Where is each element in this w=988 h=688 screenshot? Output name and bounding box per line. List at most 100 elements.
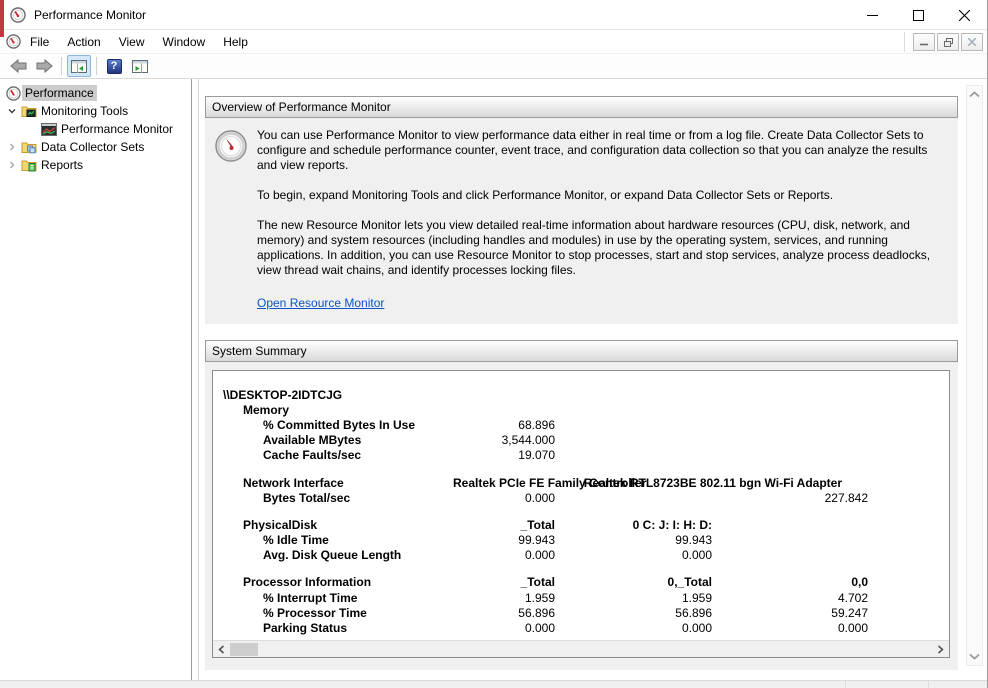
menu-bar: File Action View Window Help [0,30,987,54]
counter-value: 99.943 [453,533,555,547]
perfmon-menu-icon [6,34,21,49]
counter-label: Parking Status [213,621,453,635]
instance-header: 0,_Total [555,575,712,589]
system-summary-body: \\DESKTOP-2IDTCJG Memory % Committed Byt… [205,362,958,670]
counter-label: Available MBytes [213,433,453,447]
counter-value: 1.959 [555,591,712,605]
menu-view[interactable]: View [110,32,154,52]
counter-value: 0.000 [453,491,555,505]
chevron-expanded-icon[interactable] [4,106,20,116]
main-area: Performance Monitoring Tools Performance… [0,79,987,680]
perfmon-node-icon [4,86,22,101]
system-summary-report: \\DESKTOP-2IDTCJG Memory % Committed Byt… [212,370,950,658]
details-pane: Overview of Performance Monitor [199,79,987,680]
perfmon-medallion-icon [215,128,257,310]
counter-label: % Idle Time [213,533,453,547]
scroll-right-icon[interactable] [932,641,949,658]
sidebar-item-reports[interactable]: Reports [0,156,191,174]
instance-header: _Total [453,575,555,589]
performance-monitor-window: Performance Monitor File Action View Win… [0,0,988,688]
counter-value: 19.070 [453,448,555,462]
minimize-icon[interactable] [849,0,895,30]
toolbar-separator [61,57,62,75]
counter-value: 0.000 [712,621,868,635]
sidebar-item-label[interactable]: Monitoring Tools [38,103,131,119]
tree-root-label[interactable]: Performance [22,85,97,101]
counter-value: 0.000 [453,621,555,635]
counter-label: Cache Faults/sec [213,448,453,462]
sidebar-item-label[interactable]: Performance Monitor [58,121,176,137]
window-title: Performance Monitor [34,8,146,22]
console-tree: Performance Monitoring Tools Performance… [0,79,192,680]
instance-header: Realtek PCIe FE Family Controller [453,476,555,490]
pane-splitter[interactable] [192,79,199,680]
menu-file[interactable]: File [21,32,58,52]
scrollbar-thumb[interactable] [230,643,258,656]
forward-icon[interactable] [32,55,56,77]
help-icon[interactable]: ? [102,55,126,77]
chevron-collapsed-icon[interactable] [4,160,20,170]
counter-value: 1.959 [453,591,555,605]
action-pane-toggle-icon[interactable] [128,55,152,77]
scroll-down-icon[interactable] [967,648,982,665]
host-name: \\DESKTOP-2IDTCJG [213,388,453,402]
counter-value: 68.896 [453,418,555,432]
console-tree-toggle-icon[interactable] [67,55,91,77]
counter-value: 0.000 [453,548,555,562]
maximize-icon[interactable] [895,0,941,30]
mdi-minimize-icon[interactable] [913,33,935,51]
menu-window[interactable]: Window [154,32,215,52]
counter-object: Processor Information [213,575,453,589]
counter-object: Memory [213,403,453,417]
mdi-window-controls [904,32,983,52]
counter-value: 56.896 [555,606,712,620]
vertical-scrollbar[interactable] [966,85,983,666]
chevron-collapsed-icon[interactable] [4,142,20,152]
perfmon-app-icon [10,7,26,23]
counter-label: % Interrupt Time [213,591,453,605]
performance-monitor-icon [40,123,58,136]
data-collector-sets-folder-icon [20,140,38,154]
counter-label: % Processor Time [213,606,453,620]
open-resource-monitor-link[interactable]: Open Resource Monitor [257,296,384,310]
counter-value: 0.000 [555,548,712,562]
horizontal-scrollbar[interactable] [213,640,949,657]
menu-action[interactable]: Action [58,32,109,52]
counter-value: 4.702 [712,591,868,605]
toolbar: ? [0,54,987,79]
mdi-restore-icon[interactable] [937,33,959,51]
back-icon[interactable] [6,55,30,77]
counter-value: 59.247 [712,606,868,620]
screen-edge-artifact [0,0,4,37]
overview-paragraph: You can use Performance Monitor to view … [257,128,946,173]
overview-paragraph: The new Resource Monitor lets you view d… [257,218,946,278]
scroll-up-icon[interactable] [967,86,982,103]
instance-header: _Total [453,518,555,532]
sidebar-item-performance-monitor[interactable]: Performance Monitor [0,120,191,138]
mdi-close-icon[interactable] [961,33,983,51]
status-bar [0,680,987,688]
counter-value: 99.943 [555,533,712,547]
menu-help[interactable]: Help [214,32,257,52]
counter-label: Avg. Disk Queue Length [213,548,453,562]
close-icon[interactable] [941,0,987,30]
system-summary-section-header: System Summary [205,340,958,362]
monitoring-tools-folder-icon [20,104,38,118]
instance-header: Realtek RTL8723BE 802.11 bgn Wi-Fi Adapt… [555,476,868,490]
reports-folder-icon [20,158,38,172]
instance-header: 0 C: J: I: H: D: [555,518,712,532]
sidebar-item-label[interactable]: Reports [38,157,86,173]
counter-value: 56.896 [453,606,555,620]
counter-object: Network Interface [213,476,453,490]
counter-label: % Committed Bytes In Use [213,418,453,432]
toolbar-separator [96,57,97,75]
counter-object: PhysicalDisk [213,518,453,532]
overview-section-body: You can use Performance Monitor to view … [205,118,958,324]
tree-root-performance[interactable]: Performance [0,84,191,102]
overview-section-header: Overview of Performance Monitor [205,96,958,118]
window-controls [849,0,987,30]
sidebar-item-monitoring-tools[interactable]: Monitoring Tools [0,102,191,120]
sidebar-item-data-collector-sets[interactable]: Data Collector Sets [0,138,191,156]
sidebar-item-label[interactable]: Data Collector Sets [38,139,147,155]
scroll-left-icon[interactable] [213,641,230,658]
